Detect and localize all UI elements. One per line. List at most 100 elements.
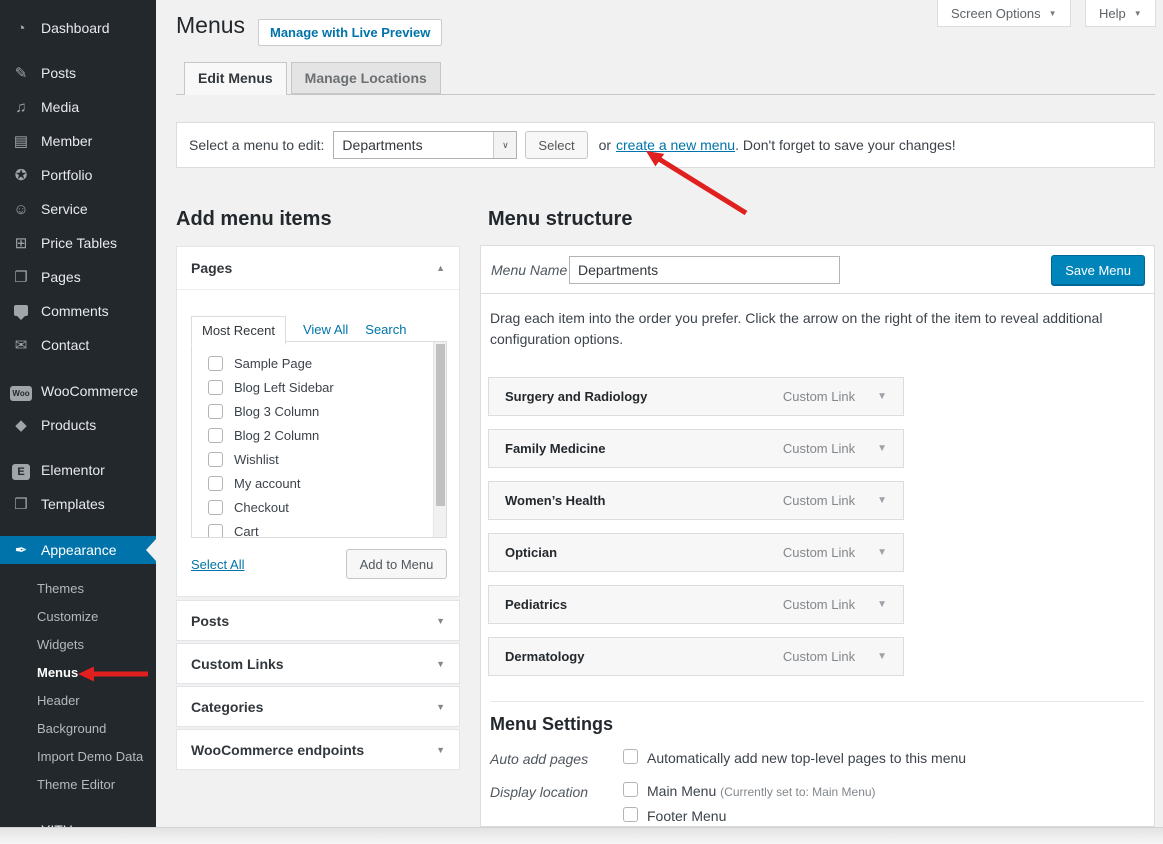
- page-checkbox[interactable]: [208, 452, 223, 467]
- accordion-woocommerce-endpoints[interactable]: WooCommerce endpoints ▼: [176, 729, 460, 770]
- sidebar-item-label: Price Tables: [41, 235, 117, 251]
- menu-item-optician[interactable]: Optician Custom Link ▼: [488, 533, 904, 572]
- sidebar-item-appearance[interactable]: ✒ Appearance: [0, 536, 156, 564]
- sidebar-item-woocommerce[interactable]: Woo WooCommerce: [0, 374, 156, 408]
- menu-item-surgery-and-radiology[interactable]: Surgery and Radiology Custom Link ▼: [488, 377, 904, 416]
- submenu-item-background[interactable]: Background: [0, 715, 156, 743]
- item-expand-arrow-icon[interactable]: ▼: [877, 443, 887, 454]
- page-checkbox[interactable]: [208, 476, 223, 491]
- tab-manage-locations[interactable]: Manage Locations: [291, 62, 441, 94]
- dashboard-icon: ◔: [10, 21, 32, 36]
- accordion-title: Custom Links: [191, 656, 284, 672]
- help-button[interactable]: Help ▼: [1085, 0, 1156, 27]
- submenu-item-import-demo-data[interactable]: Import Demo Data: [0, 743, 156, 771]
- tab-edit-menus[interactable]: Edit Menus: [184, 62, 287, 95]
- sidebar-spacer: [0, 806, 156, 813]
- create-new-menu-link[interactable]: create a new menu: [616, 137, 735, 153]
- sidebar-item-portfolio[interactable]: ✪ Portfolio: [0, 158, 156, 192]
- page-label: Sample Page: [234, 356, 312, 371]
- menu-select-dropdown[interactable]: Departments ∨: [333, 131, 517, 159]
- sidebar-item-elementor[interactable]: E Elementor: [0, 453, 156, 487]
- page-checkbox[interactable]: [208, 524, 223, 539]
- tab-search[interactable]: Search: [365, 322, 406, 337]
- footer-menu-checkbox[interactable]: [623, 807, 638, 822]
- list-item: Checkout: [208, 495, 446, 519]
- menu-item-womens-health[interactable]: Women’s Health Custom Link ▼: [488, 481, 904, 520]
- page-label: Wishlist: [234, 452, 279, 467]
- menu-item-title: Surgery and Radiology: [505, 389, 783, 404]
- item-expand-arrow-icon[interactable]: ▼: [877, 599, 887, 610]
- sidebar-item-dashboard[interactable]: ◔ Dashboard: [0, 11, 156, 45]
- item-expand-arrow-icon[interactable]: ▼: [877, 391, 887, 402]
- sidebar-item-price-tables[interactable]: ⊞ Price Tables: [0, 226, 156, 260]
- list-scrollbar[interactable]: [433, 342, 446, 537]
- sidebar-item-pages[interactable]: ❐ Pages: [0, 260, 156, 294]
- submenu-item-themes[interactable]: Themes: [0, 575, 156, 603]
- accordion-custom-links[interactable]: Custom Links ▼: [176, 643, 460, 684]
- sidebar-item-service[interactable]: ☺ Service: [0, 192, 156, 226]
- sidebar-separator: [0, 362, 156, 374]
- item-expand-arrow-icon[interactable]: ▼: [877, 651, 887, 662]
- tab-view-all[interactable]: View All: [303, 322, 348, 337]
- sidebar-item-label: Elementor: [41, 462, 105, 478]
- help-label: Help: [1099, 6, 1126, 21]
- sidebar-item-posts[interactable]: ✎ Posts: [0, 56, 156, 90]
- main-menu-text: Main Menu (Currently set to: Main Menu): [647, 783, 876, 799]
- page-checkbox[interactable]: [208, 356, 223, 371]
- accordion-posts[interactable]: Posts ▼: [176, 600, 460, 641]
- page-checkbox[interactable]: [208, 428, 223, 443]
- collapse-arrow-icon[interactable]: ▲: [436, 263, 445, 273]
- save-menu-button[interactable]: Save Menu: [1051, 255, 1145, 285]
- select-all-link[interactable]: Select All: [191, 557, 244, 572]
- tab-most-recent[interactable]: Most Recent: [191, 316, 286, 345]
- page-checkbox[interactable]: [208, 404, 223, 419]
- settings-divider: [491, 701, 1144, 702]
- chevron-down-icon: ▼: [1134, 9, 1142, 18]
- sidebar-item-templates[interactable]: ❒ Templates: [0, 487, 156, 521]
- page-checkbox[interactable]: [208, 380, 223, 395]
- menu-select-bar: Select a menu to edit: Departments ∨ Sel…: [176, 122, 1155, 168]
- menu-item-pediatrics[interactable]: Pediatrics Custom Link ▼: [488, 585, 904, 624]
- comments-icon: [10, 304, 32, 319]
- submenu-item-theme-editor[interactable]: Theme Editor: [0, 771, 156, 799]
- pages-panel-header[interactable]: Pages ▲: [177, 247, 459, 290]
- select-button[interactable]: Select: [525, 131, 587, 159]
- menu-item-type: Custom Link: [783, 493, 855, 508]
- main-menu-label: Main Menu: [647, 783, 716, 799]
- auto-add-pages-checkbox[interactable]: [623, 749, 638, 764]
- submenu-item-customize[interactable]: Customize: [0, 603, 156, 631]
- sidebar-item-label: Member: [41, 133, 92, 149]
- main-menu-checkbox[interactable]: [623, 782, 638, 797]
- sidebar-separator: [0, 442, 156, 453]
- page-label: Blog 3 Column: [234, 404, 319, 419]
- elementor-badge: E: [12, 464, 29, 480]
- scrollbar-thumb[interactable]: [436, 344, 445, 506]
- item-expand-arrow-icon[interactable]: ▼: [877, 547, 887, 558]
- sidebar-item-yith[interactable]: y YITH: [0, 813, 156, 827]
- menu-name-input[interactable]: [569, 256, 840, 284]
- sidebar-item-comments[interactable]: Comments: [0, 294, 156, 328]
- sidebar-item-media[interactable]: ♫ Media: [0, 90, 156, 124]
- submenu-item-widgets[interactable]: Widgets: [0, 631, 156, 659]
- page-title: Menus: [176, 12, 245, 39]
- submenu-item-header[interactable]: Header: [0, 687, 156, 715]
- manage-live-preview-button[interactable]: Manage with Live Preview: [258, 19, 442, 46]
- pages-panel-tabs: Most Recent View All Search: [191, 316, 406, 344]
- service-icon: ☺: [10, 202, 32, 217]
- screen-options-button[interactable]: Screen Options ▼: [937, 0, 1071, 27]
- sidebar-item-label: Pages: [41, 269, 81, 285]
- item-expand-arrow-icon[interactable]: ▼: [877, 495, 887, 506]
- menu-item-dermatology[interactable]: Dermatology Custom Link ▼: [488, 637, 904, 676]
- add-to-menu-button[interactable]: Add to Menu: [346, 549, 447, 579]
- submenu-item-menus[interactable]: Menus: [0, 659, 156, 687]
- accordion-categories[interactable]: Categories ▼: [176, 686, 460, 727]
- sidebar-item-products[interactable]: ◆ Products: [0, 408, 156, 442]
- pages-panel-title: Pages: [191, 260, 232, 276]
- sidebar-item-label: Media: [41, 99, 79, 115]
- page-checkbox[interactable]: [208, 500, 223, 515]
- menu-item-family-medicine[interactable]: Family Medicine Custom Link ▼: [488, 429, 904, 468]
- expand-arrow-icon: ▼: [436, 616, 445, 626]
- add-menu-items-heading: Add menu items: [176, 208, 332, 231]
- sidebar-item-contact[interactable]: ✉ Contact: [0, 328, 156, 362]
- sidebar-item-member[interactable]: ▤ Member: [0, 124, 156, 158]
